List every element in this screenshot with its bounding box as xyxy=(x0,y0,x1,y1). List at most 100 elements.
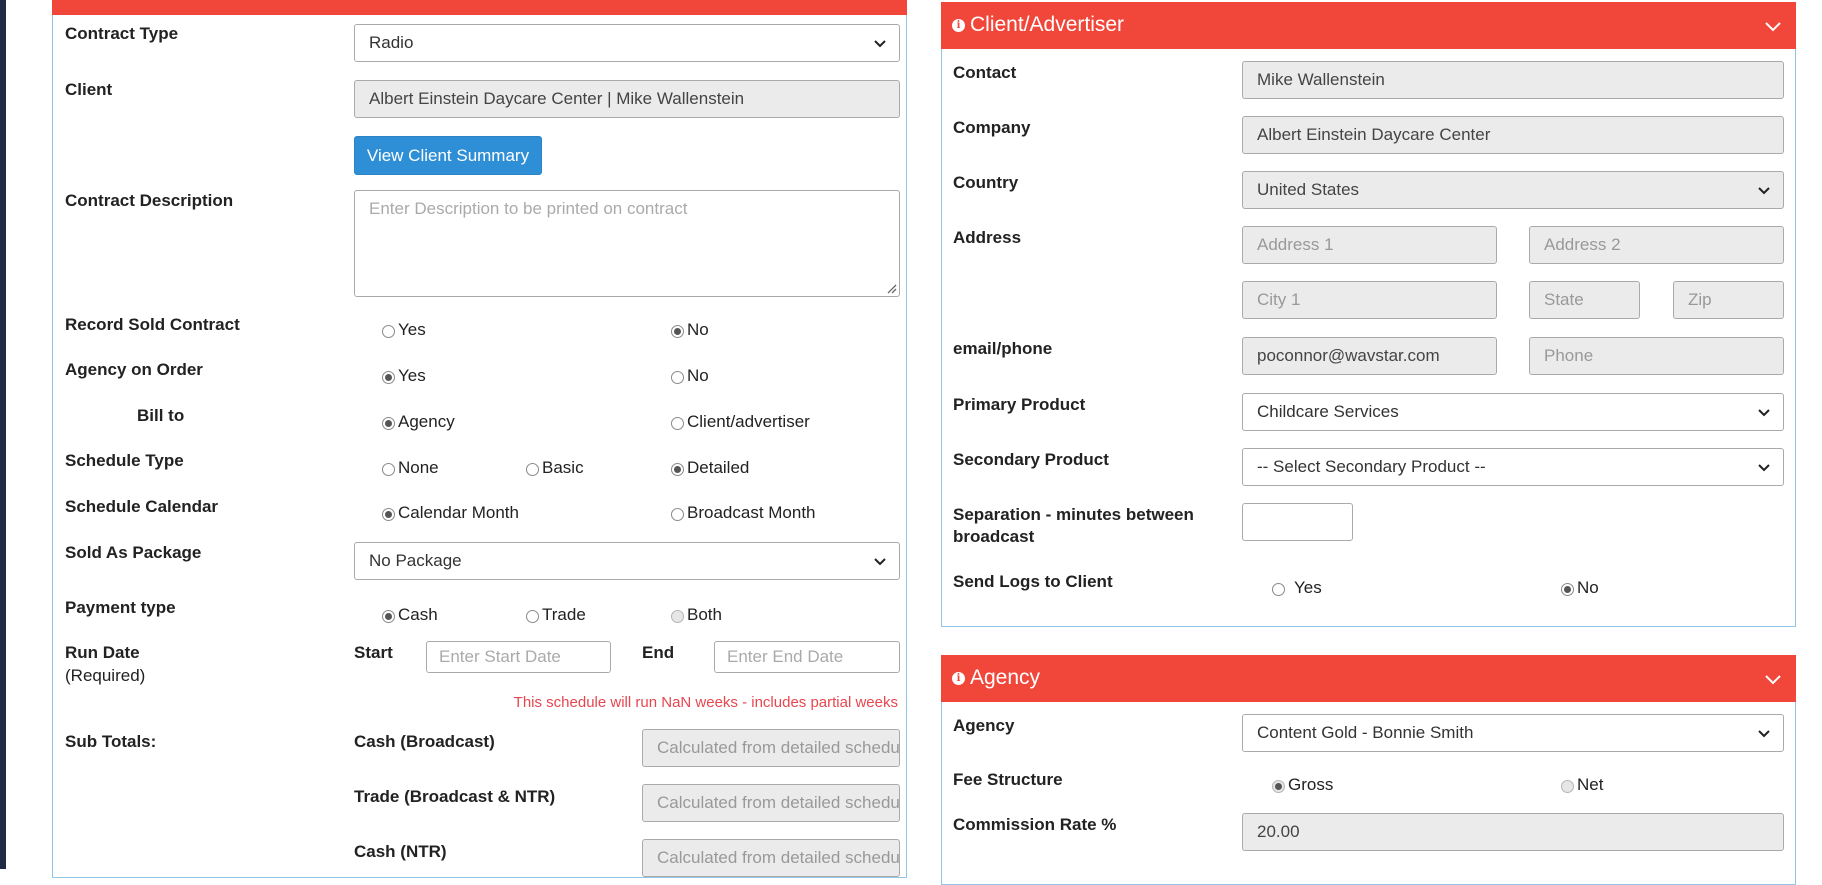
start-date-label: Start xyxy=(354,643,393,662)
subtotal-cash-broadcast-field[interactable]: Calculated from detailed schedule xyxy=(642,729,900,767)
record-sold-no-radio[interactable] xyxy=(671,325,684,338)
state-input[interactable]: State xyxy=(1529,281,1640,319)
send-logs-label: Send Logs to Client xyxy=(953,572,1113,591)
email-field[interactable]: poconnor@wavstar.com xyxy=(1242,337,1497,375)
record-sold-yes-radio[interactable] xyxy=(382,325,395,338)
chevron-down-icon[interactable] xyxy=(1764,670,1782,688)
commission-rate-label: Commission Rate % xyxy=(953,815,1117,834)
client-advertiser-header[interactable]: i Client/Advertiser xyxy=(941,2,1796,49)
contract-type-label: Contract Type xyxy=(65,24,179,43)
send-logs-yes-label: Yes xyxy=(1294,578,1322,597)
agency-on-order-no-label: No xyxy=(687,366,709,385)
schedule-weeks-warning: This schedule will run NaN weeks - inclu… xyxy=(513,694,898,711)
schedule-type-none-label: None xyxy=(398,458,439,477)
agency-on-order-yes-label: Yes xyxy=(398,366,426,385)
fee-net-radio[interactable] xyxy=(1561,780,1574,793)
client-advertiser-panel: i Client/Advertiser Contact Mike Wallens… xyxy=(941,2,1796,627)
phone-input[interactable]: Phone xyxy=(1529,337,1784,375)
zip-input[interactable]: Zip xyxy=(1673,281,1784,319)
schedule-type-none-radio[interactable] xyxy=(382,463,395,476)
broadcast-month-label: Broadcast Month xyxy=(687,503,816,522)
schedule-type-detailed-label: Detailed xyxy=(687,458,750,477)
sold-as-package-select[interactable]: No Package xyxy=(354,542,900,580)
broadcast-month-radio[interactable] xyxy=(671,508,684,521)
country-value: United States xyxy=(1257,180,1360,199)
contact-field[interactable]: Mike Wallenstein xyxy=(1242,61,1784,99)
contract-panel: i Contract Type Radio Client Albert Eins… xyxy=(52,0,907,878)
run-date-required-note: (Required) xyxy=(65,666,146,685)
separation-input[interactable] xyxy=(1242,503,1353,541)
company-field[interactable]: Albert Einstein Daycare Center xyxy=(1242,116,1784,154)
payment-cash-radio[interactable] xyxy=(382,610,395,623)
run-date-label: Run Date xyxy=(65,643,140,662)
agency-on-order-no-radio[interactable] xyxy=(671,371,684,384)
calendar-month-radio[interactable] xyxy=(382,508,395,521)
contract-type-value: Radio xyxy=(369,33,414,52)
address2-input[interactable]: Address 2 xyxy=(1529,226,1784,264)
chevron-down-icon xyxy=(1758,464,1770,472)
payment-type-label: Payment type xyxy=(65,598,176,617)
address1-input[interactable]: Address 1 xyxy=(1242,226,1497,264)
subtotal-trade-field[interactable]: Calculated from detailed schedule xyxy=(642,784,900,822)
agency-panel: i Agency Agency Content Gold - Bonnie Sm… xyxy=(941,655,1796,885)
fee-gross-radio[interactable] xyxy=(1272,780,1285,793)
payment-cash-label: Cash xyxy=(398,605,438,624)
separation-label: Separation - minutes between xyxy=(953,505,1194,524)
contract-panel-header[interactable]: i xyxy=(52,0,907,15)
company-label: Company xyxy=(953,118,1031,137)
payment-trade-radio[interactable] xyxy=(526,610,539,623)
primary-product-value: Childcare Services xyxy=(1257,402,1399,421)
schedule-calendar-label: Schedule Calendar xyxy=(65,497,219,516)
schedule-type-detailed-radio[interactable] xyxy=(671,463,684,476)
chevron-down-icon xyxy=(1758,187,1770,195)
secondary-product-select[interactable]: -- Select Secondary Product -- xyxy=(1242,448,1784,486)
agency-on-order-yes-radio[interactable] xyxy=(382,371,395,384)
contract-type-select[interactable]: Radio xyxy=(354,24,900,62)
sold-as-package-value: No Package xyxy=(369,551,462,570)
client-advertiser-title: Client/Advertiser xyxy=(970,13,1125,36)
payment-both-radio[interactable] xyxy=(671,610,684,623)
bill-to-agency-radio[interactable] xyxy=(382,417,395,430)
country-label: Country xyxy=(953,173,1019,192)
agency-header[interactable]: i Agency xyxy=(941,655,1796,702)
left-edge-strip xyxy=(0,0,6,869)
record-sold-yes-label: Yes xyxy=(398,320,426,339)
schedule-type-basic-radio[interactable] xyxy=(526,463,539,476)
subtotals-label: Sub Totals: xyxy=(65,732,157,751)
chevron-down-icon[interactable] xyxy=(1764,17,1782,35)
fee-gross-label: Gross xyxy=(1288,775,1334,794)
fee-structure-label: Fee Structure xyxy=(953,770,1063,789)
primary-product-select[interactable]: Childcare Services xyxy=(1242,393,1784,431)
subtotal-trade-label: Trade (Broadcast & NTR) xyxy=(354,787,556,806)
contract-description-textarea[interactable]: Enter Description to be printed on contr… xyxy=(354,190,900,297)
subtotal-cash-ntr-label: Cash (NTR) xyxy=(354,842,447,861)
start-date-input[interactable]: Enter Start Date xyxy=(426,641,611,673)
agency-on-order-label: Agency on Order xyxy=(65,360,203,379)
chevron-down-icon xyxy=(874,558,886,566)
agency-select[interactable]: Content Gold - Bonnie Smith xyxy=(1242,714,1784,752)
agency-value: Content Gold - Bonnie Smith xyxy=(1257,723,1474,742)
country-select[interactable]: United States xyxy=(1242,171,1784,209)
email-phone-label: email/phone xyxy=(953,339,1053,358)
fee-net-label: Net xyxy=(1577,775,1604,794)
agency-label: Agency xyxy=(953,716,1015,735)
bill-to-client-radio[interactable] xyxy=(671,417,684,430)
contract-description-placeholder: Enter Description to be printed on contr… xyxy=(369,199,688,218)
resize-handle-icon[interactable] xyxy=(885,282,897,294)
chevron-down-icon xyxy=(1758,730,1770,738)
send-logs-yes-radio[interactable] xyxy=(1272,583,1285,596)
view-client-summary-button[interactable]: View Client Summary xyxy=(354,136,542,175)
bill-to-label: Bill to xyxy=(137,406,185,425)
schedule-type-label: Schedule Type xyxy=(65,451,184,470)
commission-rate-field[interactable]: 20.00 xyxy=(1242,813,1784,851)
info-circle-icon: i xyxy=(952,19,965,32)
end-date-input[interactable]: Enter End Date xyxy=(714,641,900,673)
client-field[interactable]: Albert Einstein Daycare Center | Mike Wa… xyxy=(354,80,900,118)
city-input[interactable]: City 1 xyxy=(1242,281,1497,319)
contact-label: Contact xyxy=(953,63,1017,82)
address-label: Address xyxy=(953,228,1022,247)
bill-to-agency-label: Agency xyxy=(398,412,455,431)
send-logs-no-radio[interactable] xyxy=(1561,583,1574,596)
client-label: Client xyxy=(65,80,113,99)
subtotal-cash-ntr-field[interactable]: Calculated from detailed schedule xyxy=(642,839,900,877)
